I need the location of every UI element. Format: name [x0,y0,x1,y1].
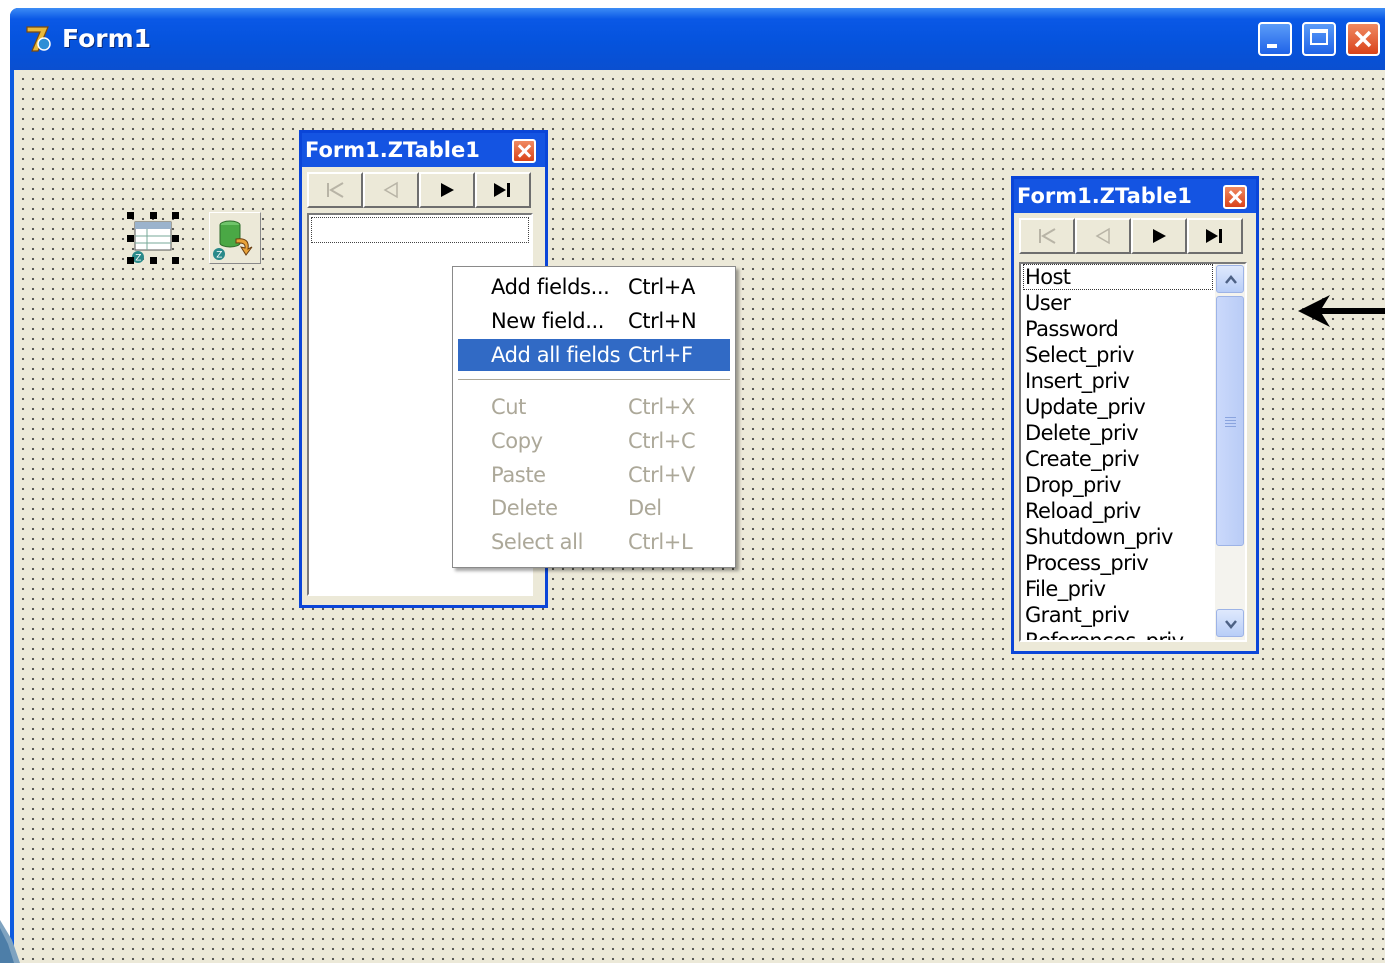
menu-item-new-field[interactable]: New field... Ctrl+N [458,305,730,337]
field-list-item[interactable]: Update_priv [1023,394,1213,420]
navigator-bar [1019,218,1243,254]
field-list-item[interactable]: Shutdown_priv [1023,524,1213,550]
menu-item-paste[interactable]: Paste Ctrl+V [458,459,730,491]
vertical-scrollbar[interactable] [1215,264,1245,640]
svg-text:Z: Z [135,254,141,264]
menu-item-shortcut: Del [628,496,662,520]
scroll-down-icon[interactable] [1216,609,1244,637]
field-list-item[interactable]: Grant_priv [1023,602,1213,628]
editor-title: Form1.ZTable1 [305,138,480,162]
corner-decoration [0,920,20,963]
field-items: Host User Password Select_priv Insert_priv Up… [1023,264,1213,640]
close-icon[interactable] [1346,22,1380,56]
zupdatesql-component-icon[interactable]: Z [209,212,261,264]
field-list-item[interactable]: Reload_priv [1023,498,1213,524]
field-list-item[interactable]: References_priv [1023,628,1213,640]
delphi-7-icon [26,26,51,52]
field-list-item[interactable]: Host [1023,264,1213,290]
editor-title-bar[interactable]: Form1.ZTable1 [302,133,545,165]
left-arrow-icon [1298,295,1385,327]
first-record-icon[interactable] [307,172,363,208]
selection-handle[interactable] [127,212,134,219]
field-list-item[interactable]: File_priv [1023,576,1213,602]
menu-item-cut[interactable]: Cut Ctrl+X [458,391,730,423]
field-list-item[interactable]: User [1023,290,1213,316]
window-title: Form1 [62,24,152,53]
ztable-component-icon[interactable]: Z [127,212,179,264]
field-list-item[interactable]: Process_priv [1023,550,1213,576]
menu-item-label: New field... [491,309,605,333]
maximize-icon[interactable] [1302,22,1336,56]
scroll-thumb[interactable] [1216,296,1244,546]
selection-handle[interactable] [172,235,179,242]
thumb-grip [1225,420,1236,421]
selection-handle[interactable] [127,257,134,264]
editor-title-bar[interactable]: Form1.ZTable1 [1014,179,1256,211]
minimize-icon[interactable] [1258,22,1292,56]
prior-record-icon[interactable] [363,172,419,208]
last-record-icon[interactable] [1187,218,1243,254]
menu-item-shortcut: Ctrl+F [628,343,693,367]
menu-item-label: Delete [491,496,558,520]
selection-handle[interactable] [150,257,157,264]
menu-item-label: Paste [491,463,546,487]
selection-handle[interactable] [172,212,179,219]
menu-item-add-all-fields[interactable]: Add all fields Ctrl+F [458,339,730,371]
fields-list[interactable]: Host User Password Select_priv Insert_priv Up… [1019,262,1247,642]
menu-item-shortcut: Ctrl+A [628,275,695,299]
menu-item-label: Add all fields [491,343,621,367]
field-list-item[interactable]: Insert_priv [1023,368,1213,394]
menu-item-shortcut: Ctrl+X [628,395,695,419]
menu-separator [458,379,730,381]
next-record-icon[interactable] [419,172,475,208]
menu-item-select-all[interactable]: Select all Ctrl+L [458,526,730,558]
next-record-icon[interactable] [1131,218,1187,254]
close-icon[interactable] [512,139,536,163]
menu-item-shortcut: Ctrl+L [628,530,693,554]
menu-item-label: Cut [491,395,527,419]
menu-item-shortcut: Ctrl+N [628,309,697,333]
field-list-item[interactable]: Drop_priv [1023,472,1213,498]
focus-rectangle [311,217,529,243]
editor-body: Host User Password Select_priv Insert_priv Up… [1014,213,1256,651]
menu-item-shortcut: Ctrl+V [628,463,695,487]
editor-title: Form1.ZTable1 [1017,184,1192,208]
scroll-up-icon[interactable] [1216,265,1244,293]
menu-item-shortcut: Ctrl+C [628,429,696,453]
title-bar[interactable]: Form1 [10,8,1385,70]
first-record-icon[interactable] [1019,218,1075,254]
fields-editor-right: Form1.ZTable1 Host User Password Select_pri… [1011,176,1259,654]
navigator-bar [307,172,531,208]
prior-record-icon[interactable] [1075,218,1131,254]
thumb-grip [1225,417,1236,418]
menu-item-label: Select all [491,530,583,554]
menu-item-copy[interactable]: Copy Ctrl+C [458,425,730,457]
last-record-icon[interactable] [475,172,531,208]
field-list-item[interactable]: Create_priv [1023,446,1213,472]
selection-handle[interactable] [150,212,157,219]
field-list-item[interactable]: Delete_priv [1023,420,1213,446]
field-list-item[interactable]: Select_priv [1023,342,1213,368]
selection-handle[interactable] [172,257,179,264]
menu-item-label: Add fields... [491,275,610,299]
thumb-grip [1225,423,1236,424]
context-menu: Add fields... Ctrl+A New field... Ctrl+N… [452,266,736,568]
selection-handle[interactable] [127,235,134,242]
menu-item-add-fields[interactable]: Add fields... Ctrl+A [458,271,730,303]
menu-item-delete[interactable]: Delete Del [458,492,730,524]
close-icon[interactable] [1223,185,1247,209]
field-list-item[interactable]: Password [1023,316,1213,342]
thumb-grip [1225,426,1236,427]
svg-text:Z: Z [216,251,222,261]
menu-item-label: Copy [491,429,543,453]
